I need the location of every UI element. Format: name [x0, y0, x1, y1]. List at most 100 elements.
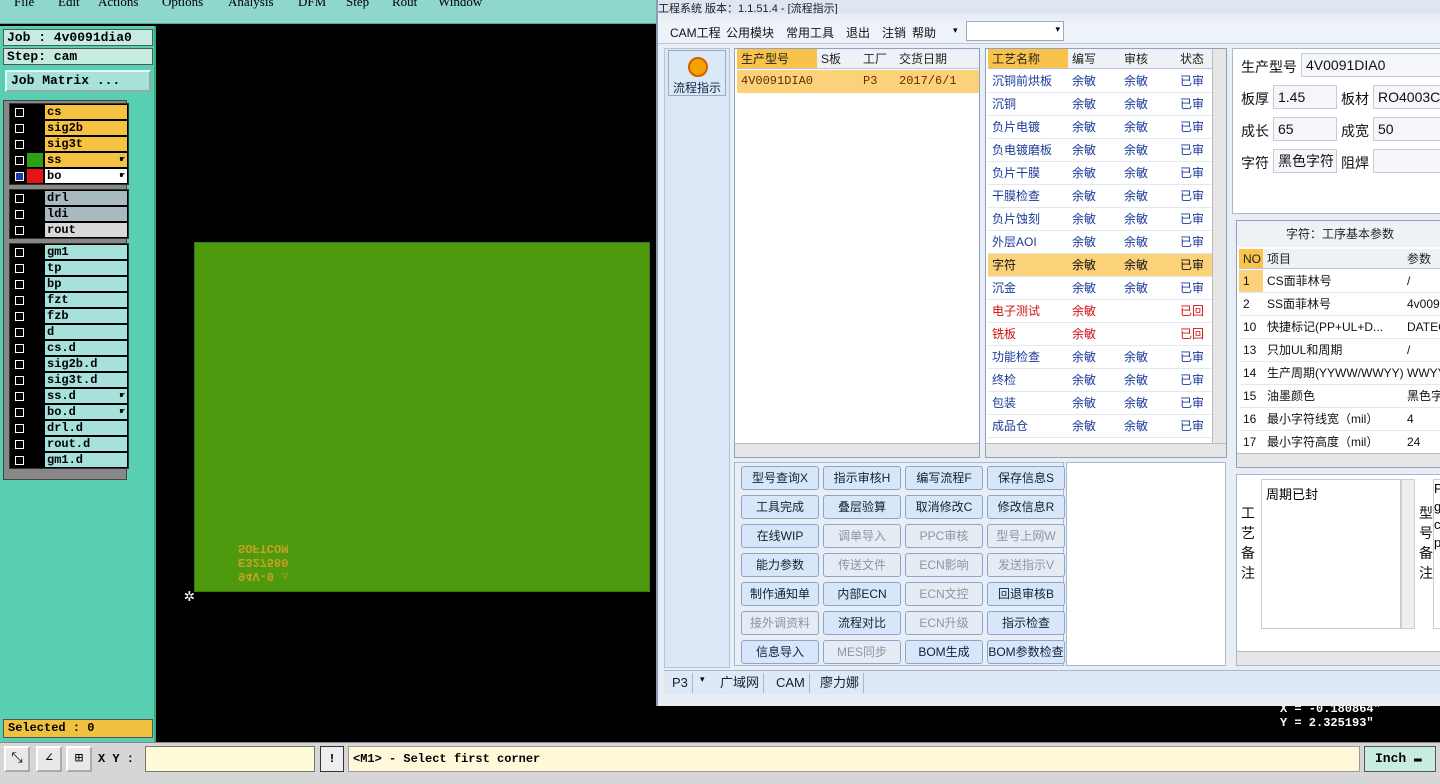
layer-checkbox[interactable]: [15, 210, 24, 219]
erp-button[interactable]: 发送指示V: [987, 553, 1065, 577]
layer-checkbox[interactable]: [15, 156, 24, 165]
params-cell[interactable]: 黑色字: [1403, 385, 1440, 408]
params-cell[interactable]: 17: [1239, 431, 1263, 454]
params-cell[interactable]: WWYY: [1403, 362, 1440, 385]
process-cell[interactable]: 包装: [988, 392, 1068, 415]
params-cell[interactable]: 最小字符高度（mil）: [1263, 431, 1403, 454]
process-cell[interactable]: 余敏: [1120, 231, 1176, 254]
layer-row[interactable]: gm1.d: [10, 452, 128, 468]
layer-checkbox[interactable]: [15, 140, 24, 149]
cam-menu-dfm[interactable]: DFM: [298, 0, 326, 10]
process-cell[interactable]: 已审: [1176, 392, 1216, 415]
layer-checkbox[interactable]: [15, 124, 24, 133]
params-cell[interactable]: SS面菲林号: [1263, 293, 1403, 316]
orders-header[interactable]: 工厂: [859, 49, 895, 69]
erp-button[interactable]: MES同步: [823, 640, 901, 664]
process-cell[interactable]: 外层AOI: [988, 231, 1068, 254]
erp-button[interactable]: 调单导入: [823, 524, 901, 548]
remark-text[interactable]: 周期已封: [1261, 479, 1401, 629]
erp-menu-item[interactable]: 常用工具: [786, 24, 834, 41]
layer-checkbox[interactable]: [15, 264, 24, 273]
layer-checkbox[interactable]: [15, 296, 24, 305]
erp-menu-item[interactable]: 退出: [846, 24, 870, 41]
process-cell[interactable]: 余敏: [1120, 93, 1176, 116]
layer-row[interactable]: sig2b.d: [10, 356, 128, 372]
warning-button[interactable]: !: [320, 746, 344, 772]
process-cell[interactable]: 沉金: [988, 277, 1068, 300]
layer-checkbox[interactable]: [15, 424, 24, 433]
erp-button[interactable]: 取消修改C: [905, 495, 983, 519]
process-cell[interactable]: 负片电镀: [988, 116, 1068, 139]
process-cell[interactable]: 余敏: [1068, 185, 1120, 208]
erp-button[interactable]: 修改信息R: [987, 495, 1065, 519]
layer-checkbox[interactable]: [15, 172, 24, 181]
orders-header[interactable]: 生产型号: [737, 49, 817, 69]
bottom-tab[interactable]: P3: [668, 673, 693, 693]
erp-button[interactable]: 在线WIP: [741, 524, 819, 548]
info-value[interactable]: RO4003C: [1373, 85, 1440, 109]
layer-row[interactable]: fzb: [10, 308, 128, 324]
params-cell[interactable]: 16: [1239, 408, 1263, 431]
bottom-tab[interactable]: 广域网: [716, 673, 765, 693]
process-cell[interactable]: [1120, 323, 1176, 346]
remark-hscroll[interactable]: [1237, 651, 1440, 665]
process-cell[interactable]: 铣板: [988, 323, 1068, 346]
process-cell[interactable]: 已审: [1176, 231, 1216, 254]
orders-header[interactable]: S板: [817, 49, 859, 69]
info-value[interactable]: [1373, 149, 1440, 173]
process-cell[interactable]: 余敏: [1068, 277, 1120, 300]
erp-menu-item[interactable]: CAM工程: [670, 24, 721, 41]
measure-icon[interactable]: ∠: [36, 746, 62, 772]
params-header[interactable]: 项目: [1263, 249, 1403, 269]
orders-cell[interactable]: 2017/6/1: [895, 70, 979, 93]
info-value[interactable]: 50: [1373, 117, 1440, 141]
process-cell[interactable]: 终检: [988, 369, 1068, 392]
menu-dropdown-icon[interactable]: ▾: [953, 25, 958, 36]
process-cell[interactable]: 电子测试: [988, 300, 1068, 323]
erp-button[interactable]: 能力参数: [741, 553, 819, 577]
orders-header[interactable]: 交货日期: [895, 49, 979, 69]
process-cell[interactable]: 已回: [1176, 300, 1216, 323]
process-cell[interactable]: 余敏: [1068, 346, 1120, 369]
cam-menu-edit[interactable]: Edit: [58, 0, 80, 10]
process-cell[interactable]: 余敏: [1068, 70, 1120, 93]
params-cell[interactable]: /: [1403, 339, 1440, 362]
process-cell[interactable]: 已审: [1176, 139, 1216, 162]
process-cell[interactable]: 余敏: [1068, 93, 1120, 116]
process-cell[interactable]: 沉铜: [988, 93, 1068, 116]
process-cell[interactable]: 余敏: [1120, 346, 1176, 369]
cam-menu-file[interactable]: File: [14, 0, 34, 10]
process-cell[interactable]: 已审: [1176, 93, 1216, 116]
params-cell[interactable]: 10: [1239, 316, 1263, 339]
erp-menu-item[interactable]: 帮助: [912, 24, 936, 41]
process-cell[interactable]: 已审: [1176, 254, 1216, 277]
layer-row[interactable]: bo ☛: [10, 168, 128, 184]
params-cell[interactable]: 快捷标记(PP+UL+D...: [1263, 316, 1403, 339]
layer-checkbox[interactable]: [15, 280, 24, 289]
layer-row[interactable]: sig3t.d: [10, 372, 128, 388]
erp-button[interactable]: 指示检查: [987, 611, 1065, 635]
erp-button[interactable]: BOM生成: [905, 640, 983, 664]
orders-cell[interactable]: P3: [859, 70, 895, 93]
info-value[interactable]: 1.45: [1273, 85, 1337, 109]
process-hscroll[interactable]: [986, 443, 1226, 457]
orders-cell[interactable]: [817, 70, 859, 93]
process-cell[interactable]: 功能检查: [988, 346, 1068, 369]
process-cell[interactable]: 余敏: [1120, 162, 1176, 185]
process-cell[interactable]: 已审: [1176, 369, 1216, 392]
layer-row[interactable]: d: [10, 324, 128, 340]
erp-menu-item[interactable]: 注销: [882, 24, 906, 41]
params-cell[interactable]: CS面菲林号: [1263, 270, 1403, 293]
erp-menu-item[interactable]: 公用模块: [726, 24, 774, 41]
process-cell[interactable]: 余敏: [1120, 185, 1176, 208]
process-header[interactable]: 审核: [1120, 49, 1176, 69]
process-cell[interactable]: 余敏: [1068, 254, 1120, 277]
layer-row[interactable]: cs.d: [10, 340, 128, 356]
cam-menu-analysis[interactable]: Analysis: [228, 0, 274, 10]
erp-button[interactable]: 接外调资料: [741, 611, 819, 635]
process-cell[interactable]: 负片蚀刻: [988, 208, 1068, 231]
process-cell[interactable]: 余敏: [1068, 323, 1120, 346]
process-cell[interactable]: 余敏: [1068, 208, 1120, 231]
layer-checkbox[interactable]: [15, 108, 24, 117]
xy-input[interactable]: [145, 746, 315, 772]
